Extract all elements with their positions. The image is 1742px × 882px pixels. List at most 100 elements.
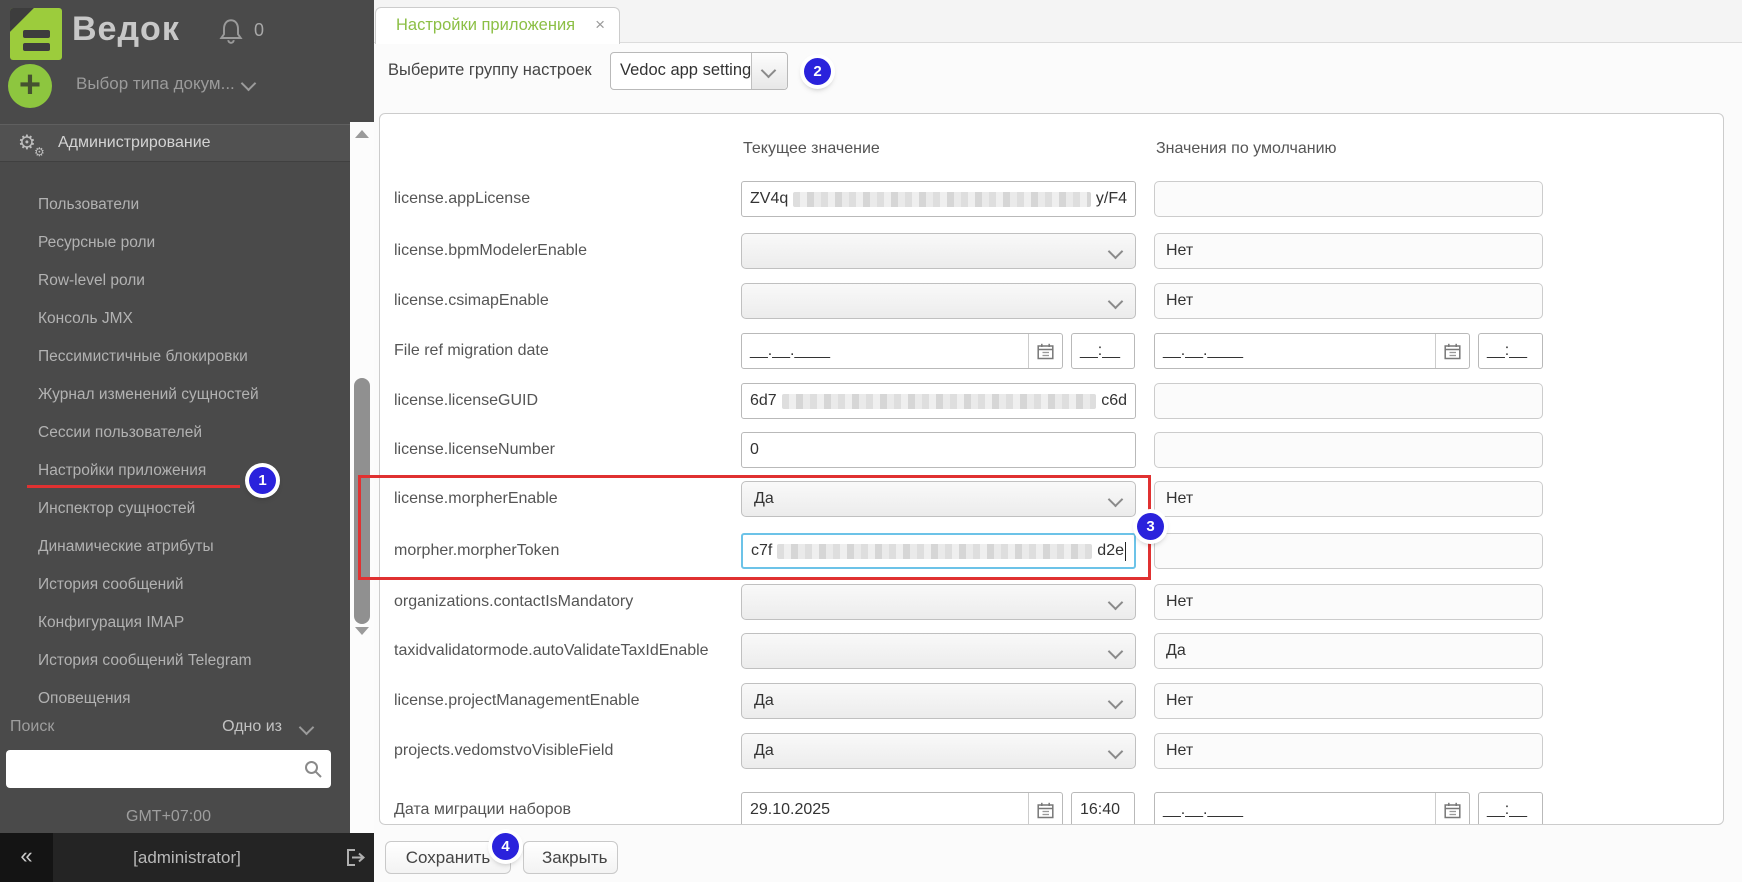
date-value: __.__.____ <box>1163 342 1243 360</box>
sidebar-bottom-bar: « [administrator] <box>0 833 374 882</box>
time-input[interactable]: __:__ <box>1478 792 1543 825</box>
setting-select[interactable]: Да <box>741 733 1136 769</box>
logo-bar <box>23 30 50 38</box>
setting-current-cell: ZV4q y/F4 <box>741 181 1136 217</box>
default-value: Нет <box>1166 742 1193 760</box>
time-input[interactable]: __:__ <box>1071 333 1135 369</box>
close-tab-icon[interactable]: × <box>595 15 605 35</box>
search-mode-select[interactable]: Одно из <box>222 718 282 736</box>
tab-title: Настройки приложения <box>396 16 575 35</box>
calendar-icon[interactable] <box>1028 334 1062 368</box>
value-end: y/F4 <box>1096 190 1127 208</box>
group-selector-row: Выберите группу настроек Vedoc app setti… <box>374 43 1742 103</box>
sidebar-item-label: Row-level роли <box>38 272 145 289</box>
date-value: 29.10.2025 <box>750 801 830 819</box>
value-start: ZV4q <box>750 190 788 208</box>
search-input[interactable] <box>6 750 331 788</box>
scroll-up-arrow-icon[interactable] <box>355 130 369 138</box>
setting-default-cell: Нет <box>1154 584 1543 620</box>
time-input[interactable]: __:__ <box>1478 333 1543 369</box>
doc-type-select[interactable]: Выбор типа докум... <box>76 74 235 94</box>
default-value-box: Нет <box>1154 233 1543 269</box>
setting-current-cell: 29.10.2025 16:40 <box>741 792 1136 825</box>
sidebar-item[interactable]: Консоль JMX <box>0 300 337 338</box>
sidebar-item[interactable]: Ресурсные роли <box>0 224 337 262</box>
selected-value: Да <box>754 692 774 710</box>
settings-row: license.projectManagementEnableДаНет <box>380 683 1723 719</box>
calendar-icon[interactable] <box>1435 334 1469 368</box>
default-value-box: Нет <box>1154 733 1543 769</box>
collapse-sidebar-button[interactable]: « <box>0 833 53 882</box>
setting-select[interactable] <box>741 233 1136 269</box>
logout-icon[interactable] <box>346 848 366 872</box>
sidebar-item[interactable]: История сообщений <box>0 566 337 604</box>
settings-row: license.licenseNumber0 <box>380 432 1723 468</box>
brand-title: Ведок <box>72 10 180 49</box>
setting-select[interactable]: Да <box>741 481 1136 517</box>
date-input[interactable]: __.__.____ <box>1154 333 1470 369</box>
setting-text-input[interactable]: c7fd2e <box>741 533 1136 569</box>
value-end: d2e <box>1097 542 1124 560</box>
combo-dropdown-button[interactable] <box>751 53 787 89</box>
notifications-bell-icon[interactable] <box>218 17 244 50</box>
close-button[interactable]: Закрыть <box>523 841 618 874</box>
sidebar-item[interactable]: Журнал изменений сущностей <box>0 376 337 414</box>
setting-default-cell <box>1154 383 1543 419</box>
setting-default-cell: Нет <box>1154 683 1543 719</box>
vedoc-logo-icon[interactable] <box>10 8 62 60</box>
tab-app-settings[interactable]: Настройки приложения × <box>375 7 620 44</box>
scrollbar-thumb[interactable] <box>354 378 370 624</box>
setting-current-cell: Да <box>741 481 1136 517</box>
time-input[interactable]: 16:40 <box>1071 792 1135 825</box>
app-window: Ведок 0 Выбор типа докум... Администриро… <box>0 0 1742 882</box>
date-input[interactable]: 29.10.2025 <box>741 792 1063 825</box>
date-input[interactable]: __.__.____ <box>741 333 1063 369</box>
sidebar-item[interactable]: Динамические атрибуты <box>0 528 337 566</box>
setting-label: license.licenseGUID <box>394 383 734 419</box>
settings-group-select[interactable]: Vedoc app setting <box>610 52 788 90</box>
chevron-down-icon[interactable] <box>299 720 315 736</box>
brand-row: Ведок 0 <box>0 0 337 64</box>
step-1-badge: 1 <box>249 467 276 494</box>
setting-text-input[interactable]: 0 <box>741 432 1136 468</box>
create-document-button[interactable] <box>8 64 52 108</box>
setting-current-cell <box>741 633 1136 669</box>
redacted-value <box>793 192 1091 207</box>
default-value: Нет <box>1166 692 1193 710</box>
calendar-icon[interactable] <box>1028 793 1062 825</box>
setting-label: license.appLicense <box>394 181 734 217</box>
sidebar-item[interactable]: История сообщений Telegram <box>0 642 337 680</box>
setting-select[interactable] <box>741 633 1136 669</box>
sidebar-item[interactable]: Пессимистичные блокировки <box>0 338 337 376</box>
sidebar-item-label: Конфигурация IMAP <box>38 614 184 631</box>
setting-select[interactable]: Да <box>741 683 1136 719</box>
datetime-group: __.__.____ __:__ <box>1154 333 1543 369</box>
sidebar-item[interactable]: Конфигурация IMAP <box>0 604 337 642</box>
date-value: __.__.____ <box>1163 801 1243 819</box>
value-end: c6d <box>1101 392 1127 410</box>
sidebar-item[interactable]: Row-level роли <box>0 262 337 300</box>
sidebar-item-label: Инспектор сущностей <box>38 500 195 517</box>
scroll-down-arrow-icon[interactable] <box>355 627 369 635</box>
setting-text-input[interactable]: ZV4q y/F4 <box>741 181 1136 217</box>
setting-current-cell: c7fd2e <box>741 533 1136 569</box>
settings-row: projects.vedomstvoVisibleFieldДаНет <box>380 733 1723 769</box>
sidebar-item[interactable]: Сессии пользователей <box>0 414 337 452</box>
date-value: __.__.____ <box>750 342 830 360</box>
setting-text-input[interactable]: 6d7c6d <box>741 383 1136 419</box>
setting-current-cell <box>741 283 1136 319</box>
sidebar-section-administration[interactable]: Администрирование <box>0 124 350 162</box>
chevron-down-icon <box>1108 595 1124 611</box>
setting-select[interactable] <box>741 584 1136 620</box>
setting-default-cell <box>1154 181 1543 217</box>
setting-select[interactable] <box>741 283 1136 319</box>
date-input[interactable]: __.__.____ <box>1154 792 1470 825</box>
sidebar-item-label: Сессии пользователей <box>38 424 202 441</box>
chevron-down-icon[interactable] <box>241 76 257 92</box>
calendar-icon[interactable] <box>1435 793 1469 825</box>
default-value-box <box>1154 181 1543 217</box>
timezone-label: GMT+07:00 <box>0 808 337 826</box>
setting-label: File ref migration date <box>394 333 734 369</box>
sidebar-item[interactable]: Пользователи <box>0 186 337 224</box>
sidebar-item[interactable]: Инспектор сущностей <box>0 490 337 528</box>
